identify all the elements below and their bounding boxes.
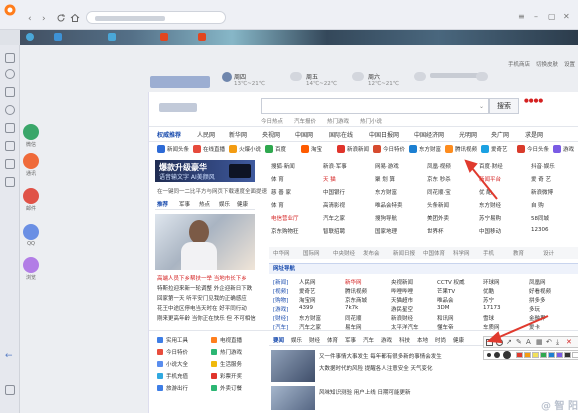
annotation-arrow-top (464, 159, 498, 200)
annotation-arrow-bottom (486, 315, 549, 344)
annotation-arrows (464, 159, 549, 344)
